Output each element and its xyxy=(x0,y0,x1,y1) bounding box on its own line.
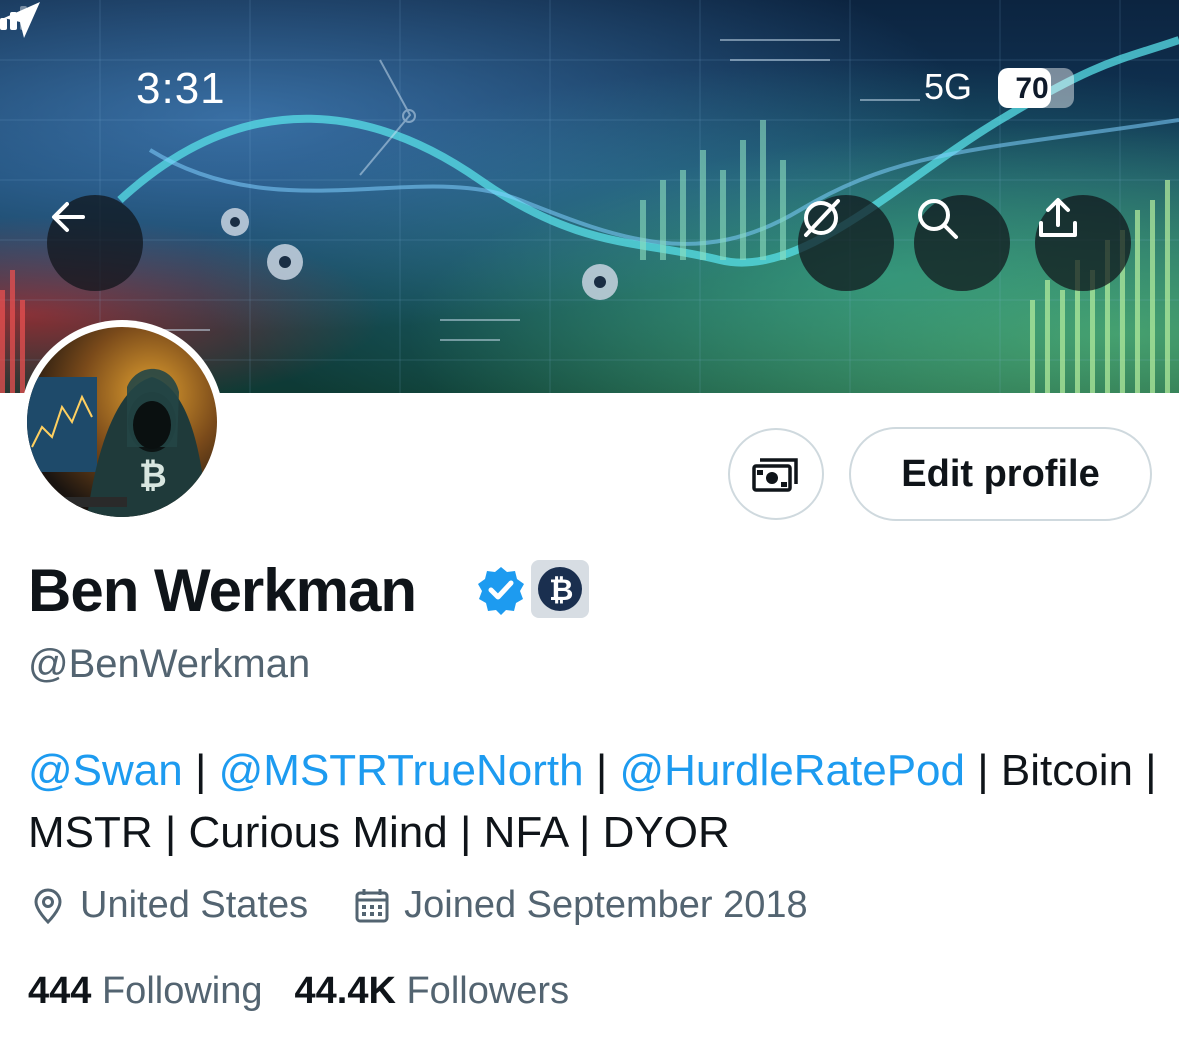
network-type: 5G xyxy=(924,66,973,107)
location-item: United States xyxy=(28,884,308,927)
signal-icon xyxy=(0,6,27,30)
money-icon xyxy=(752,458,798,492)
battery-percent: 70 xyxy=(1015,72,1049,105)
status-time: 3:31 xyxy=(136,64,226,113)
svg-text:₿: ₿ xyxy=(549,573,573,608)
bio-text: | Bitcoin | xyxy=(965,746,1157,795)
bio: @Swan | @MSTRTrueNorth | @HurdleRatePod … xyxy=(28,740,1158,864)
bio-text-line2: MSTR | Curious Mind | NFA | DYOR xyxy=(28,808,730,857)
location-text: United States xyxy=(80,884,309,926)
joined-item: Joined September 2018 xyxy=(352,884,808,927)
bitcoin-icon: ₿ xyxy=(538,567,582,611)
bio-mention-hurdleratepod[interactable]: @HurdleRatePod xyxy=(619,746,965,795)
followers-link[interactable]: 44.4K Followers xyxy=(295,970,570,1013)
profile-banner[interactable]: 3:31 5G 70 xyxy=(0,0,1179,393)
bio-separator: | xyxy=(182,746,219,795)
followers-label: Followers xyxy=(406,970,570,1012)
edit-profile-button[interactable]: Edit profile xyxy=(849,427,1152,521)
profile-meta: United States Joined September 2018 xyxy=(28,884,808,927)
hooded-figure-image: ₿ xyxy=(27,368,207,517)
search-icon xyxy=(918,199,958,239)
verified-badge-icon[interactable] xyxy=(476,565,526,615)
following-label: Following xyxy=(101,970,263,1012)
svg-text:₿: ₿ xyxy=(139,456,167,496)
bio-mention-mstrtruenorth[interactable]: @MSTRTrueNorth xyxy=(219,746,584,795)
battery-indicator: 70 xyxy=(998,68,1074,108)
username-handle: @BenWerkman xyxy=(28,642,311,686)
arrow-left-icon xyxy=(52,202,85,232)
bio-mention-swan[interactable]: @Swan xyxy=(28,746,183,795)
calendar-icon xyxy=(355,888,389,922)
grok-button[interactable] xyxy=(798,195,894,291)
following-count: 444 xyxy=(28,970,92,1012)
slashed-circle-icon xyxy=(804,199,840,237)
back-button[interactable] xyxy=(47,195,143,291)
tip-button[interactable] xyxy=(728,428,824,520)
display-name: Ben Werkman xyxy=(28,557,417,624)
avatar[interactable]: ₿ xyxy=(20,320,224,524)
bio-separator: | xyxy=(583,746,620,795)
joined-text: Joined September 2018 xyxy=(404,884,808,926)
share-upload-icon xyxy=(1039,198,1077,237)
search-button[interactable] xyxy=(914,195,1010,291)
followers-count: 44.4K xyxy=(294,970,396,1012)
follow-stats: 444 Following 44.4K Followers xyxy=(28,970,569,1013)
share-button[interactable] xyxy=(1035,195,1131,291)
affiliate-badge[interactable]: ₿ xyxy=(531,560,589,618)
following-link[interactable]: 444 Following xyxy=(28,970,263,1013)
banner-art xyxy=(0,0,1179,393)
avatar-image: ₿ xyxy=(27,327,217,517)
location-pin-icon xyxy=(34,888,62,924)
